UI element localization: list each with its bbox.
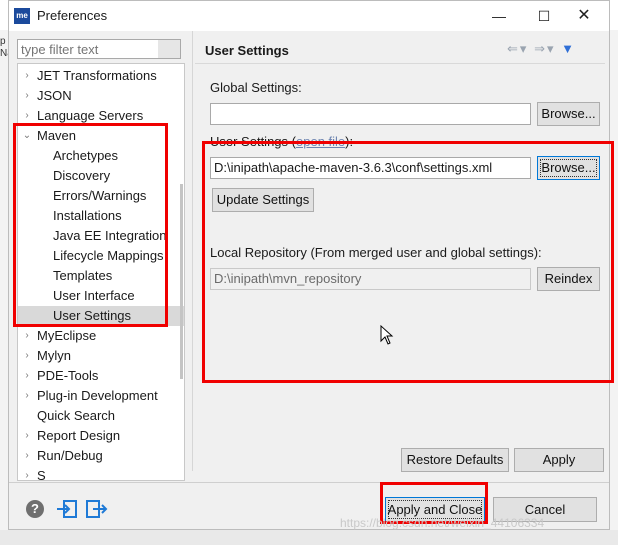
tree-item[interactable]: › MyEclipse (18, 326, 184, 346)
pane-divider[interactable] (192, 31, 193, 471)
tree-item[interactable]: › Run/Debug (18, 446, 184, 466)
collapse-arrow-icon[interactable]: › (20, 346, 34, 366)
minimize-button[interactable]: — (484, 5, 514, 27)
user-settings-highlight-box (202, 141, 614, 383)
collapse-arrow-icon[interactable]: › (20, 426, 34, 446)
tree-item-label: PDE-Tools (37, 368, 99, 383)
tree-item-label: JET Transformations (37, 68, 157, 83)
global-settings-label: Global Settings: (210, 80, 302, 95)
back-arrow-icon[interactable]: ⇐ (507, 41, 520, 56)
tree-item-label: JSON (37, 88, 72, 103)
tree-item[interactable]: › JET Transformations (18, 66, 184, 86)
app-logo-icon: me (14, 8, 30, 24)
tree-item[interactable]: › Mylyn (18, 346, 184, 366)
back-menu-icon[interactable]: ▾ (520, 41, 529, 56)
tree-item[interactable]: › PDE-Tools (18, 366, 184, 386)
global-browse-button[interactable]: Browse... (537, 102, 600, 126)
collapse-arrow-icon[interactable]: › (20, 66, 34, 86)
tree-item-label: Mylyn (37, 348, 71, 363)
tree-item-label: Run/Debug (37, 448, 103, 463)
page-navigation: ⇐▾ ⇒▾ ▼ (507, 41, 576, 57)
tree-item-label: MyEclipse (37, 328, 97, 343)
collapse-arrow-icon[interactable]: › (20, 386, 34, 406)
export-icon[interactable] (85, 498, 109, 520)
collapse-arrow-icon[interactable]: › (20, 326, 34, 346)
import-icon[interactable] (55, 498, 79, 520)
tree-item[interactable]: › S (18, 466, 184, 481)
maven-highlight-box (13, 123, 168, 327)
restore-defaults-button[interactable]: Restore Defaults (401, 448, 509, 472)
mouse-cursor-icon (380, 325, 394, 345)
tree-scrollbar[interactable] (180, 184, 183, 379)
forward-menu-icon[interactable]: ▾ (547, 41, 556, 56)
help-icon[interactable]: ? (26, 500, 44, 518)
bg-text: p (0, 36, 6, 47)
collapse-arrow-icon[interactable]: › (20, 466, 34, 480)
watermark: https://blog.csdn.net/weixin_44106334 (340, 516, 545, 530)
global-settings-input[interactable] (210, 103, 531, 125)
filter-field[interactable] (17, 39, 181, 59)
collapse-arrow-icon[interactable]: › (20, 86, 34, 106)
collapse-arrow-icon[interactable]: › (20, 446, 34, 466)
tree-item[interactable]: › Plug-in Development (18, 386, 184, 406)
background-window-bottom (0, 530, 618, 545)
window-title: Preferences (37, 8, 108, 23)
header-divider (195, 63, 605, 64)
apply-button[interactable]: Apply (514, 448, 604, 472)
forward-arrow-icon[interactable]: ⇒ (534, 41, 547, 56)
filter-input[interactable] (18, 40, 160, 58)
tree-item-label: Quick Search (37, 408, 116, 423)
tree-item[interactable]: › Report Design (18, 426, 184, 446)
close-button[interactable]: ✕ (569, 5, 599, 27)
tree-item-label: S (37, 468, 46, 481)
tree-item-label: Plug-in Development (37, 388, 158, 403)
clear-filter-icon[interactable] (158, 40, 180, 58)
title-bar[interactable]: me Preferences — ☐ ✕ (9, 1, 609, 31)
tree-item-label: Report Design (37, 428, 121, 443)
maximize-button[interactable]: ☐ (529, 5, 559, 27)
tree-item[interactable]: Quick Search (18, 406, 184, 426)
view-menu-icon[interactable]: ▼ (561, 41, 576, 56)
tree-item[interactable]: › JSON (18, 86, 184, 106)
page-title: User Settings (205, 43, 289, 58)
collapse-arrow-icon[interactable]: › (20, 366, 34, 386)
